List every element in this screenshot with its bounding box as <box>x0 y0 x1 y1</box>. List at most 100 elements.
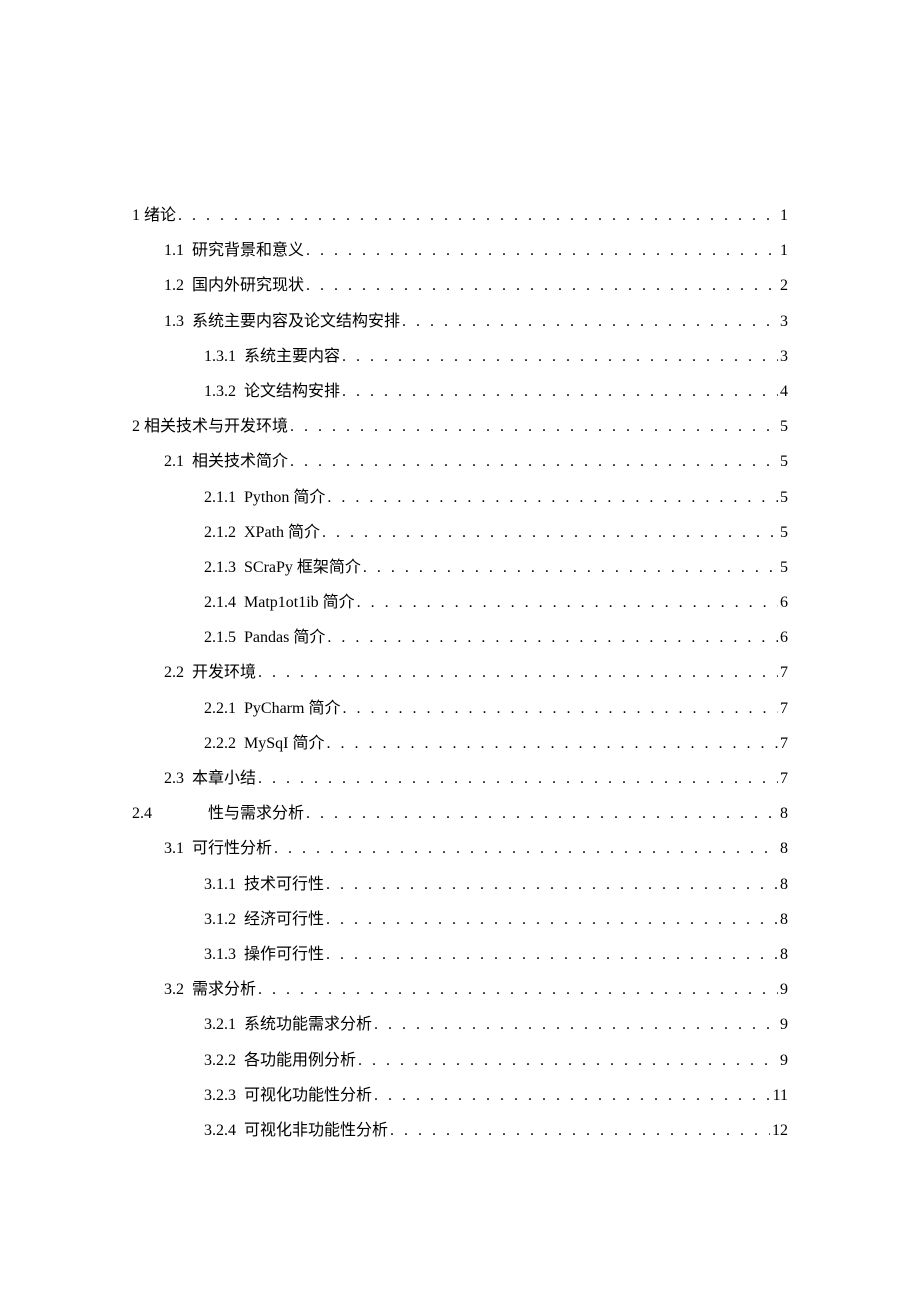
toc-page: 9 <box>780 1043 788 1078</box>
toc-page: 8 <box>780 831 788 866</box>
toc-title: 操作可行性 <box>244 937 324 972</box>
toc-title: 研究背景和意义 <box>192 233 304 268</box>
toc-entry: 2.2.1PyCharm 简介 7 <box>132 691 788 726</box>
toc-entry: 1.3.1系统主要内容3 <box>132 339 788 374</box>
toc-page: 8 <box>780 867 788 902</box>
toc-title: 相关技术与开发环境 <box>144 409 288 444</box>
toc-title: 论文结构安排 <box>244 374 340 409</box>
toc-page: 8 <box>780 796 788 831</box>
toc-entry: 3.1.2经济可行性 8 <box>132 902 788 937</box>
toc-page: 6 <box>780 620 788 655</box>
toc-page: 5 <box>780 515 788 550</box>
toc-leader <box>178 198 778 233</box>
toc-number: 2.3 <box>164 761 184 796</box>
toc-page: 8 <box>780 902 788 937</box>
toc-leader <box>290 444 778 479</box>
toc-title: 可视化非功能性分析 <box>244 1113 388 1148</box>
toc-page: 1 <box>780 198 788 233</box>
toc-leader <box>326 902 778 937</box>
toc-entry: 1.1研究背景和意义1 <box>132 233 788 268</box>
toc-number: 1.2 <box>164 268 184 303</box>
toc-leader <box>306 796 778 831</box>
toc-entry: 3.1.3操作可行性8 <box>132 937 788 972</box>
toc-title: PyCharm 简介 <box>244 691 340 726</box>
toc-title: 系统主要内容 <box>244 339 340 374</box>
toc-page: 7 <box>780 691 788 726</box>
toc-title: 本章小结 <box>192 761 256 796</box>
toc-page: 1 <box>780 233 788 268</box>
toc-page: 2 <box>780 268 788 303</box>
toc-leader <box>290 409 778 444</box>
toc-number: 2.2.2 <box>204 726 236 761</box>
toc-number: 2.2 <box>164 655 184 690</box>
toc-number: 2.1.4 <box>204 585 236 620</box>
toc-title: MySqI 简介 <box>244 726 324 761</box>
toc-leader <box>326 726 778 761</box>
toc-title: Pandas 简介 <box>244 620 325 655</box>
toc-entry: 3.2.3可视化功能性分析 11 <box>132 1078 788 1113</box>
toc-page: 11 <box>773 1078 788 1113</box>
toc-leader <box>357 585 778 620</box>
toc-title: XPath 简介 <box>244 515 320 550</box>
toc-title: 经济可行性 <box>244 902 324 937</box>
toc-number: 1.3 <box>164 304 184 339</box>
toc-title: Matp1ot1ib 简介 <box>244 585 355 620</box>
toc-page: 9 <box>780 1007 788 1042</box>
toc-entry: 1绪论1 <box>132 198 788 233</box>
toc-entry: 2.3本章小结7 <box>132 761 788 796</box>
toc-title: 系统功能需求分析 <box>244 1007 372 1042</box>
toc-entry: 2.1.3SCraPy 框架简介5 <box>132 550 788 585</box>
toc-number: 2 <box>132 409 140 444</box>
toc-page: 6 <box>780 585 788 620</box>
toc-number: 3.2.4 <box>204 1113 236 1148</box>
toc-title: 技术可行性 <box>244 867 324 902</box>
toc-leader <box>322 515 778 550</box>
toc-leader <box>363 550 778 585</box>
toc-title: 可视化功能性分析 <box>244 1078 372 1113</box>
toc-title: 系统主要内容及论文结构安排 <box>192 304 400 339</box>
toc-entry: 2.1.4Matp1ot1ib 简介 6 <box>132 585 788 620</box>
toc-number: 1.3.2 <box>204 374 236 409</box>
toc-title: 性与需求分析 <box>208 796 304 831</box>
toc-leader <box>342 374 778 409</box>
toc-entry: 2.1相关技术简介5 <box>132 444 788 479</box>
toc-leader <box>326 937 778 972</box>
toc-number: 1 <box>132 198 140 233</box>
toc-title: 可行性分析 <box>192 831 272 866</box>
toc-entry: 2相关技术与开发环境5 <box>132 409 788 444</box>
toc-leader <box>402 304 778 339</box>
toc-leader <box>258 761 778 796</box>
toc-title: SCraPy 框架简介 <box>244 550 361 585</box>
toc-page: 7 <box>780 655 788 690</box>
toc-number: 3.2.2 <box>204 1043 236 1078</box>
toc-entry: 2.4 性与需求分析 8 <box>132 796 788 831</box>
toc-page: 9 <box>780 972 788 1007</box>
toc-number: 2.4 <box>132 796 196 831</box>
toc-leader <box>327 620 778 655</box>
toc-title: 相关技术简介 <box>192 444 288 479</box>
toc-title: 开发环境 <box>192 655 256 690</box>
toc-number: 3.1.2 <box>204 902 236 937</box>
toc-number: 3.1 <box>164 831 184 866</box>
toc-title: 绪论 <box>144 198 176 233</box>
toc-number: 3.2 <box>164 972 184 1007</box>
toc-entry: 2.2 开发环境 7 <box>132 655 788 690</box>
toc-page: 3 <box>780 339 788 374</box>
toc-leader <box>342 691 778 726</box>
toc-number: 3.2.3 <box>204 1078 236 1113</box>
toc-entry: 2.2.2MySqI 简介 7 <box>132 726 788 761</box>
toc-page: 7 <box>780 726 788 761</box>
toc-leader <box>258 655 778 690</box>
toc-number: 2.1 <box>164 444 184 479</box>
toc-page: 4 <box>780 374 788 409</box>
table-of-contents: 1绪论11.1研究背景和意义11.2国内外研究现状21.3系统主要内容及论文结构… <box>132 198 788 1148</box>
toc-entry: 1.3系统主要内容及论文结构安排3 <box>132 304 788 339</box>
toc-title: 各功能用例分析 <box>244 1043 356 1078</box>
toc-number: 2.2.1 <box>204 691 236 726</box>
toc-entry: 3.2.4可视化非功能性分析12 <box>132 1113 788 1148</box>
toc-leader <box>258 972 778 1007</box>
toc-number: 2.1.5 <box>204 620 236 655</box>
toc-leader <box>306 268 778 303</box>
toc-leader <box>274 831 778 866</box>
toc-leader <box>390 1113 770 1148</box>
